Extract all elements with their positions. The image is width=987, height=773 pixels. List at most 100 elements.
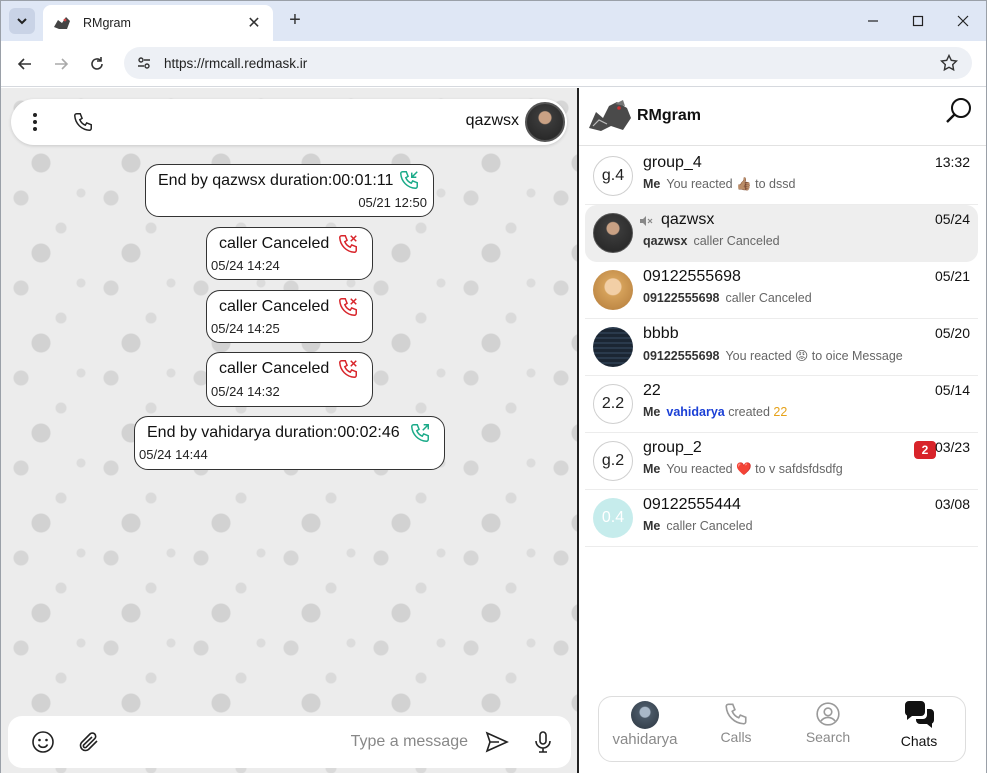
chat-avatar: g.2 [593, 441, 633, 481]
message-time: 05/24 14:24 [211, 258, 280, 273]
call-message[interactable]: End by vahidarya duration:00:02:46 05/24… [134, 416, 445, 470]
phone-icon [725, 703, 747, 725]
nav-chats[interactable]: Chats [879, 701, 959, 759]
bookmark-star-icon[interactable] [940, 54, 958, 72]
muted-speaker-icon [640, 216, 653, 226]
message-time: 05/24 14:44 [139, 447, 208, 462]
nav-search[interactable]: Search [788, 701, 868, 759]
close-icon [957, 15, 969, 27]
chat-date: 13:32 [934, 154, 970, 170]
nav-label: Chats [900, 733, 938, 749]
close-tab-icon[interactable]: ✕ [245, 13, 263, 33]
rmgram-logo-icon [589, 100, 631, 131]
url-text: https://rmcall.redmask.ir [164, 55, 308, 71]
preview-text: You reacted 👍🏽 to dssd [666, 177, 796, 191]
preview-sender: qazwsx [643, 234, 688, 248]
brand-name: RMgram [637, 107, 702, 124]
chat-title: bbbb [643, 325, 679, 342]
chat-avatar [593, 327, 633, 367]
chat-pane: qazwsx End by qazwsx duration:00:01:11 0… [1, 88, 577, 773]
chat-avatar [593, 213, 633, 253]
close-window-button[interactable] [951, 9, 975, 33]
chat-preview: 09122555698 You reacted 😡 to oice Message [643, 348, 903, 363]
nav-profile[interactable]: vahidarya [605, 701, 685, 759]
preview-group-name: 22 [773, 405, 788, 419]
search-icon [946, 98, 971, 123]
browser-tab[interactable]: RMgram ✕ [43, 5, 273, 41]
reload-button[interactable] [85, 52, 109, 76]
missed-call-icon [339, 298, 357, 316]
preview-text: You reacted ❤️ to v safdsfdsdfg [666, 462, 843, 476]
back-button[interactable] [13, 52, 37, 76]
chat-menu-button[interactable] [23, 110, 47, 134]
message-time: 05/21 12:50 [358, 195, 427, 210]
chat-title: 09122555444 [643, 496, 741, 513]
tab-search-button[interactable] [9, 8, 35, 34]
peer-name: qazwsx [465, 112, 519, 129]
maximize-icon [912, 15, 924, 27]
chat-item-09122555698[interactable]: 09122555698 05/21 09122555698 caller Canc… [585, 262, 978, 319]
chat-item-group-2[interactable]: g.2 group_2 2 03/23 Me You reacted ❤️ to … [585, 433, 978, 490]
chat-item-qazwsx[interactable]: qazwsx 05/24 qazwsx caller Canceled [585, 205, 978, 262]
new-tab-button[interactable]: + [284, 9, 306, 31]
chat-preview: 09122555698 caller Canceled [643, 291, 812, 305]
chat-avatar: 2.2 [593, 384, 633, 424]
chat-item-22[interactable]: 2.2 22 05/14 Me vahidarya created 22 [585, 376, 978, 433]
send-icon [485, 731, 509, 753]
minimize-button[interactable] [861, 9, 885, 33]
nav-label: vahidarya [612, 731, 678, 748]
unread-badge: 2 [914, 441, 936, 459]
call-message[interactable]: caller Canceled 05/24 14:24 [206, 227, 373, 280]
call-message[interactable]: End by qazwsx duration:00:01:11 05/21 12… [145, 164, 434, 217]
chat-avatar: g.4 [593, 156, 633, 196]
profile-avatar [631, 701, 659, 729]
nav-calls[interactable]: Calls [696, 701, 776, 759]
chat-preview: qazwsx caller Canceled [643, 234, 780, 248]
preview-text: You reacted 😡 to oice Message [725, 349, 903, 363]
voice-record-button[interactable] [530, 729, 556, 755]
preview-sender: Me [643, 462, 661, 476]
preview-text: created [728, 405, 770, 419]
site-settings-icon[interactable] [136, 55, 152, 71]
url-bar[interactable]: https://rmcall.redmask.ir [124, 47, 972, 79]
send-button[interactable] [484, 729, 510, 755]
message-time: 05/24 14:25 [211, 321, 280, 336]
chat-item-bbbb[interactable]: bbbb 05/20 09122555698 You reacted 😡 to o… [585, 319, 978, 376]
microphone-icon [535, 731, 551, 753]
peer-avatar[interactable] [525, 102, 565, 142]
arrow-right-icon [55, 58, 69, 70]
maximize-button[interactable] [906, 9, 930, 33]
arrow-left-icon [17, 58, 31, 70]
call-button[interactable] [71, 110, 95, 134]
chat-item-group-4[interactable]: g.4 group_4 13:32 Me You reacted 👍🏽 to ds… [585, 148, 978, 205]
chat-avatar [593, 270, 633, 310]
preview-user: vahidarya [666, 405, 725, 419]
missed-call-icon [339, 235, 357, 253]
chat-preview: Me You reacted ❤️ to v safdsfdsdfg [643, 462, 843, 477]
emoji-button[interactable] [30, 729, 56, 755]
message-text: End by vahidarya duration:00:02:46 [147, 424, 400, 441]
preview-sender: Me [643, 519, 661, 533]
preview-sender: 09122555698 [643, 349, 720, 363]
chat-title: group_2 [643, 439, 702, 456]
call-message[interactable]: caller Canceled 05/24 14:25 [206, 290, 373, 343]
message-input[interactable] [158, 729, 468, 755]
header-divider [579, 145, 986, 146]
search-button[interactable] [944, 96, 974, 126]
preview-sender: Me [643, 177, 661, 191]
message-time: 05/24 14:32 [211, 384, 280, 399]
chat-item-09122555444[interactable]: 0.4 09122555444 03/08 Me caller Canceled [585, 490, 978, 547]
chat-header: qazwsx [11, 99, 567, 145]
forward-button[interactable] [49, 52, 73, 76]
chat-bubbles-icon [904, 701, 935, 728]
more-vertical-icon [33, 113, 37, 131]
nav-label: Search [805, 729, 851, 745]
chat-preview: Me You reacted 👍🏽 to dssd [643, 177, 795, 192]
chat-preview: Me caller Canceled [643, 519, 753, 533]
chat-avatar: 0.4 [593, 498, 633, 538]
chat-title: qazwsx [661, 211, 715, 228]
call-message[interactable]: caller Canceled 05/24 14:32 [206, 352, 373, 407]
preview-sender: Me [643, 405, 661, 419]
chat-list-sidebar: RMgram g.4 group_4 13:32 Me You reacted 👍… [579, 88, 986, 773]
attach-button[interactable] [76, 729, 102, 755]
